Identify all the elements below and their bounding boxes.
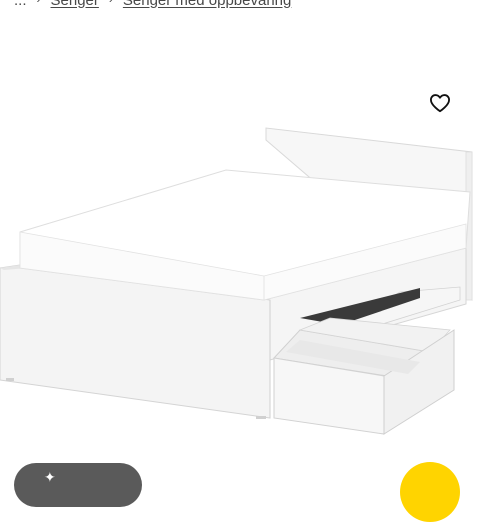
camera-icon: ✦ <box>44 469 56 485</box>
breadcrumb-link-senger-med-oppbevaring[interactable]: Senger med oppbevaring <box>123 0 291 9</box>
breadcrumb: ... › Senger › Senger med oppbevaring <box>14 0 291 10</box>
product-image-area <box>0 18 480 480</box>
breadcrumb-ellipsis[interactable]: ... <box>14 0 27 9</box>
add-to-cart-button[interactable] <box>400 462 460 522</box>
heart-outline-icon <box>429 94 450 113</box>
breadcrumb-separator: › <box>37 0 41 6</box>
breadcrumb-link-senger[interactable]: Senger <box>51 0 99 9</box>
breadcrumb-separator: › <box>109 0 113 6</box>
favorite-button[interactable] <box>425 88 455 118</box>
image-gallery-button[interactable]: ✦ <box>14 463 142 507</box>
product-image-bed <box>0 127 473 435</box>
